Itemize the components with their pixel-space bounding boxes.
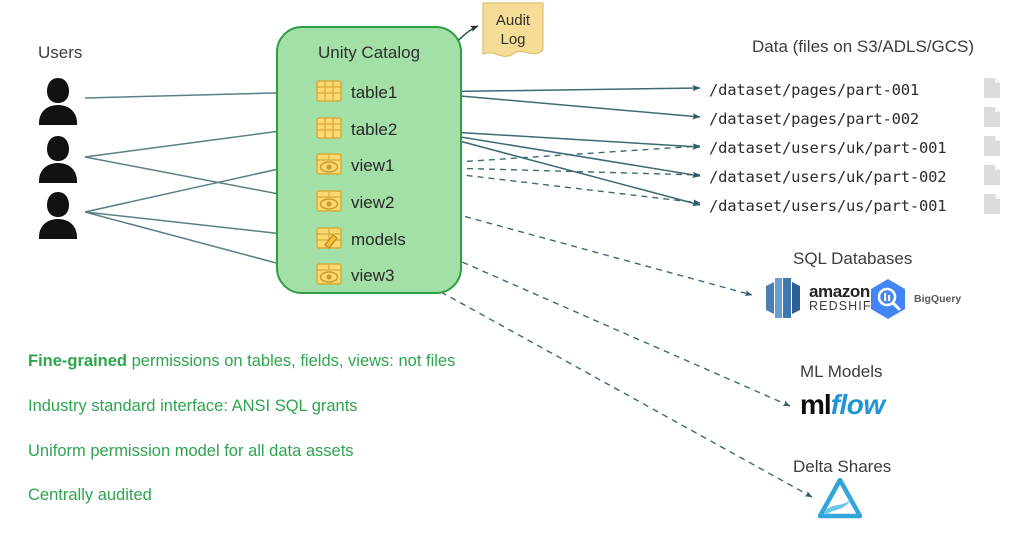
amazon-redshift-logo: amazon REDSHIFT [764, 278, 880, 318]
file-icon [984, 194, 1000, 214]
data-path-row[interactable]: /dataset/users/uk/part-002 [709, 165, 947, 189]
bullet-text: permissions on tables, fields, views: no… [127, 352, 456, 370]
data-path-label: /dataset/users/us/part-001 [709, 197, 947, 215]
mlflow-logo: ml flow [800, 389, 885, 421]
unity-catalog-title: Unity Catalog [317, 43, 421, 62]
mlflow-ml-text: ml [800, 389, 832, 420]
catalog-item-view3[interactable]: view3 [316, 261, 394, 291]
mlflow-flow-text: flow [830, 389, 886, 420]
users-heading: Users [38, 43, 83, 62]
view-icon [316, 188, 342, 219]
sql-section-heading: SQL Databases [793, 249, 913, 268]
bullet-item: Centrally audited [28, 486, 152, 505]
diagram-canvas: Users Unity Catalog table1 table2 view1 … [0, 0, 1024, 533]
bullet-item: Fine-grained permissions on tables, fiel… [28, 352, 455, 371]
data-path-row[interactable]: /dataset/pages/part-001 [709, 78, 919, 102]
redshift-icon [766, 278, 800, 318]
user-avatars [39, 78, 77, 239]
file-icon [984, 78, 1000, 98]
catalog-item-label: table1 [351, 83, 398, 102]
catalog-item-label: view2 [351, 193, 395, 212]
bullet-item: Uniform permission model for all data as… [28, 442, 354, 461]
table-icon [316, 115, 342, 146]
bullet-item: Industry standard interface: ANSI SQL gr… [28, 397, 358, 416]
catalog-item-models[interactable]: models [316, 225, 406, 255]
catalog-item-label: view1 [351, 156, 395, 175]
bullet-text: Industry standard interface: ANSI SQL gr… [28, 397, 358, 415]
delta-section-heading: Delta Shares [793, 457, 892, 476]
audit-log-line1: Audit [495, 12, 531, 29]
bullet-bold-text: Fine-grained [28, 352, 128, 370]
catalog-item-label: models [351, 230, 406, 249]
catalog-item-view2[interactable]: view2 [316, 188, 394, 218]
data-path-row[interactable]: /dataset/users/us/part-001 [709, 194, 947, 218]
file-icon [984, 107, 1000, 127]
data-path-label: /dataset/users/uk/part-002 [709, 168, 947, 186]
table-icon [316, 78, 342, 109]
file-icon [984, 165, 1000, 185]
delta-icon [817, 477, 863, 519]
bigquery-logo: BigQuery [868, 278, 961, 320]
catalog-item-table1[interactable]: table1 [316, 78, 397, 108]
data-path-label: /dataset/pages/part-001 [709, 81, 920, 99]
catalog-item-label: view3 [351, 266, 395, 285]
data-path-row[interactable]: /dataset/users/uk/part-001 [709, 136, 947, 160]
catalog-item-view1[interactable]: view1 [316, 151, 394, 181]
bigquery-label: BigQuery [914, 293, 962, 305]
model-icon [316, 225, 342, 256]
data-path-label: /dataset/pages/part-002 [709, 110, 920, 128]
audit-log-line2: Log [500, 31, 526, 48]
file-icon [984, 136, 1000, 156]
catalog-item-table2[interactable]: table2 [316, 115, 397, 145]
bigquery-icon [871, 279, 905, 319]
data-path-row[interactable]: /dataset/pages/part-002 [709, 107, 919, 131]
bullet-text: Centrally audited [28, 486, 152, 504]
ml-section-heading: ML Models [800, 362, 883, 381]
view-icon [316, 261, 342, 292]
audit-log-text: Audit Log [482, 11, 544, 49]
bullet-text: Uniform permission model for all data as… [28, 442, 354, 460]
delta-sharing-logo [817, 477, 863, 520]
view-icon [316, 151, 342, 182]
data-section-heading: Data (files on S3/ADLS/GCS) [752, 37, 975, 56]
catalog-item-label: table2 [351, 120, 398, 139]
data-path-label: /dataset/users/uk/part-001 [709, 139, 947, 157]
